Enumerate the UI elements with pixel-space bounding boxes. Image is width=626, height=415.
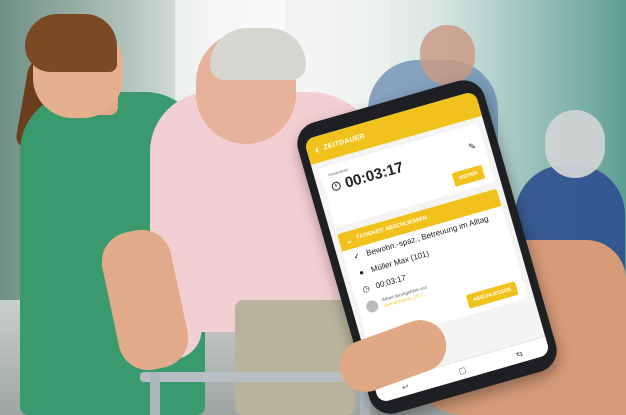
chevron-down-icon: ⌄ bbox=[343, 233, 354, 246]
home-nav-icon[interactable]: ▢ bbox=[457, 365, 467, 376]
header-title: ZEITDAUER bbox=[322, 132, 366, 152]
continue-button[interactable]: WEITER bbox=[451, 164, 486, 187]
elderly-man-hair bbox=[210, 28, 306, 80]
chevron-left-icon[interactable]: ‹ bbox=[313, 142, 321, 157]
user-badge-icon bbox=[364, 298, 380, 314]
check-icon: ✓ bbox=[352, 250, 362, 262]
person-icon: ● bbox=[357, 267, 366, 278]
scene: ‹ ZEITDAUER Gesamtzeit 00:03:17 ✎ WEITER… bbox=[0, 0, 626, 415]
recent-nav-icon[interactable]: ⇆ bbox=[515, 348, 524, 358]
back-nav-icon[interactable]: ↩ bbox=[401, 381, 410, 391]
background-woman-head bbox=[545, 110, 605, 178]
clock-icon: ◷ bbox=[361, 283, 371, 295]
background-man-head bbox=[420, 25, 475, 85]
elderly-man-pants bbox=[235, 300, 355, 415]
walker-bar bbox=[140, 372, 368, 382]
nurse-hair bbox=[25, 14, 117, 72]
pencil-icon[interactable]: ✎ bbox=[467, 141, 477, 154]
walker-leg bbox=[150, 372, 160, 415]
clock-icon bbox=[330, 180, 342, 192]
